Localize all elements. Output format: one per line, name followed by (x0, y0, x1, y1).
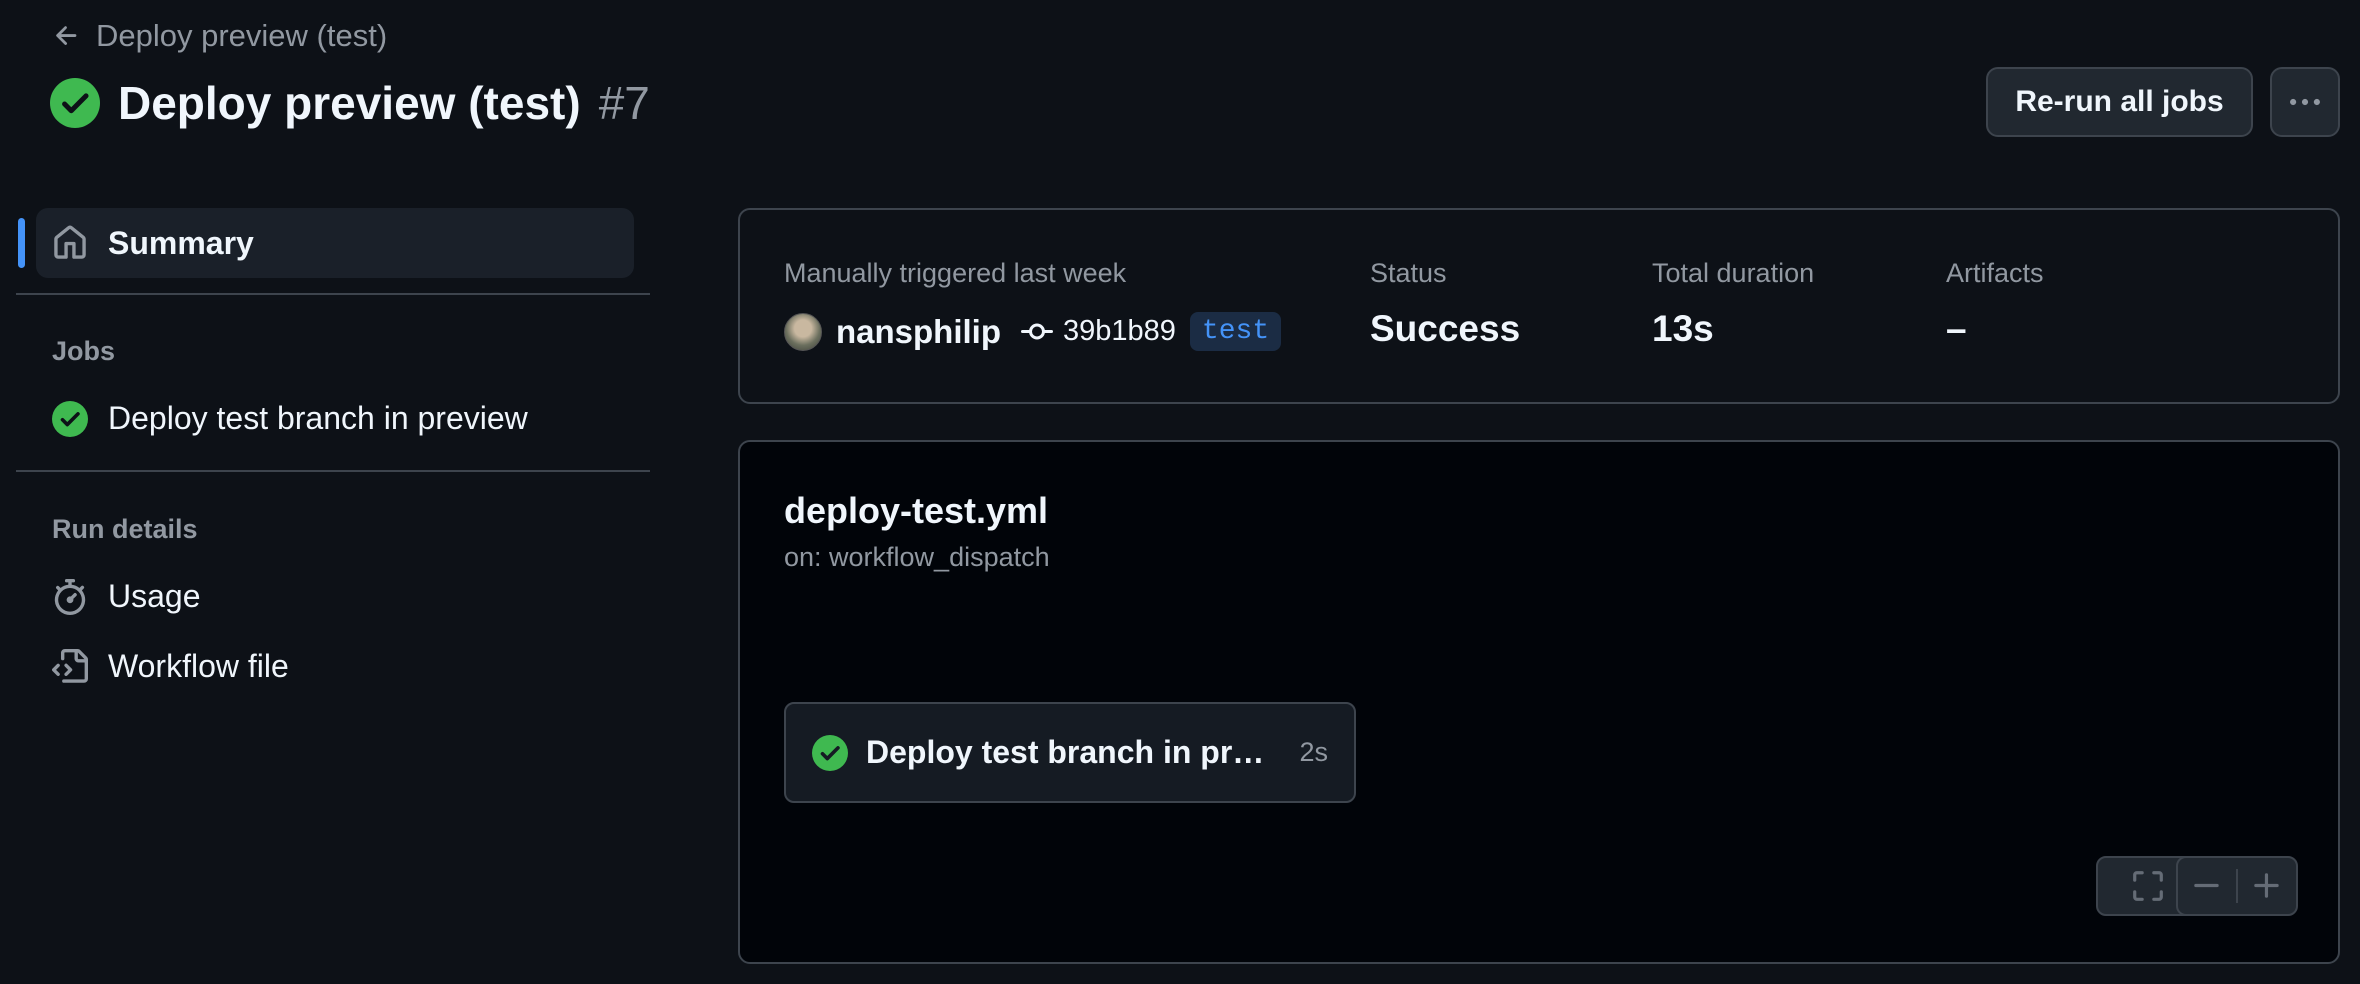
stopwatch-icon (54, 578, 86, 615)
success-check-icon (812, 734, 848, 771)
back-link-label: Deploy preview (test) (96, 18, 388, 53)
branch-badge[interactable]: test (1189, 312, 1282, 351)
arrow-left-icon (56, 26, 77, 45)
sidebar-item-label: Deploy test branch in preview (108, 400, 528, 436)
workflow-trigger: on: workflow_dispatch (784, 542, 1050, 572)
back-link[interactable]: Deploy preview (test) (52, 18, 387, 54)
job-node[interactable]: Deploy test branch in preview 2s (784, 702, 1356, 803)
zoom-in-button[interactable] (2236, 869, 2296, 903)
jobs-heading: Jobs (52, 336, 116, 366)
status-value: Success (1370, 308, 1521, 349)
sidebar-item-label: Usage (108, 578, 201, 614)
git-commit-icon (1021, 323, 1053, 339)
commit-sha: 39b1b89 (1063, 315, 1176, 347)
status-label: Status (1370, 258, 1447, 288)
run-summary-card (738, 208, 2340, 404)
zoom-out-button[interactable] (2178, 869, 2236, 903)
sidebar-item-job[interactable]: Deploy test branch in preview (52, 400, 528, 437)
sidebar-divider (16, 470, 650, 472)
sidebar-item-label: Summary (108, 224, 254, 261)
success-check-icon (50, 78, 100, 128)
workflow-title: Deploy preview (test) (118, 77, 581, 129)
screen-full-icon (2133, 871, 2163, 901)
actor-link[interactable]: nansphilip (836, 313, 1001, 351)
success-check-icon (52, 400, 88, 437)
kebab-horizontal-icon (2290, 98, 2320, 106)
avatar[interactable] (784, 312, 822, 351)
minus-icon (2194, 883, 2219, 888)
zoom-controls (2176, 856, 2298, 916)
sidebar-item-workflow-file[interactable]: Workflow file (52, 648, 289, 685)
sidebar-item-summary[interactable]: Summary (36, 208, 634, 278)
rerun-all-jobs-button[interactable]: Re-run all jobs (1986, 67, 2253, 137)
run-details-heading: Run details (52, 514, 198, 544)
duration-label: Total duration (1652, 258, 1815, 288)
sidebar-divider (16, 293, 650, 295)
page-title: Deploy preview (test) #7 (50, 76, 650, 130)
duration-value: 13s (1652, 308, 1714, 349)
run-number: #7 (598, 77, 650, 129)
artifacts-label: Artifacts (1946, 258, 2044, 288)
home-icon (54, 225, 86, 259)
artifacts-value: – (1946, 308, 1967, 349)
job-node-name: Deploy test branch in preview (866, 734, 1282, 770)
sidebar-item-label: Workflow file (108, 648, 289, 684)
file-code-icon (52, 648, 88, 683)
workflow-file-name: deploy-test.yml (784, 490, 1049, 531)
more-options-button[interactable] (2270, 67, 2340, 137)
trigger-info: nansphilip 39b1b89 test (784, 312, 1282, 351)
sidebar-item-usage[interactable]: Usage (52, 578, 201, 615)
commit-link[interactable]: 39b1b89 (1021, 315, 1176, 348)
job-node-duration: 2s (1299, 737, 1328, 767)
trigger-label: Manually triggered last week (784, 258, 1127, 288)
plus-icon (2254, 873, 2279, 898)
active-indicator (18, 218, 25, 268)
